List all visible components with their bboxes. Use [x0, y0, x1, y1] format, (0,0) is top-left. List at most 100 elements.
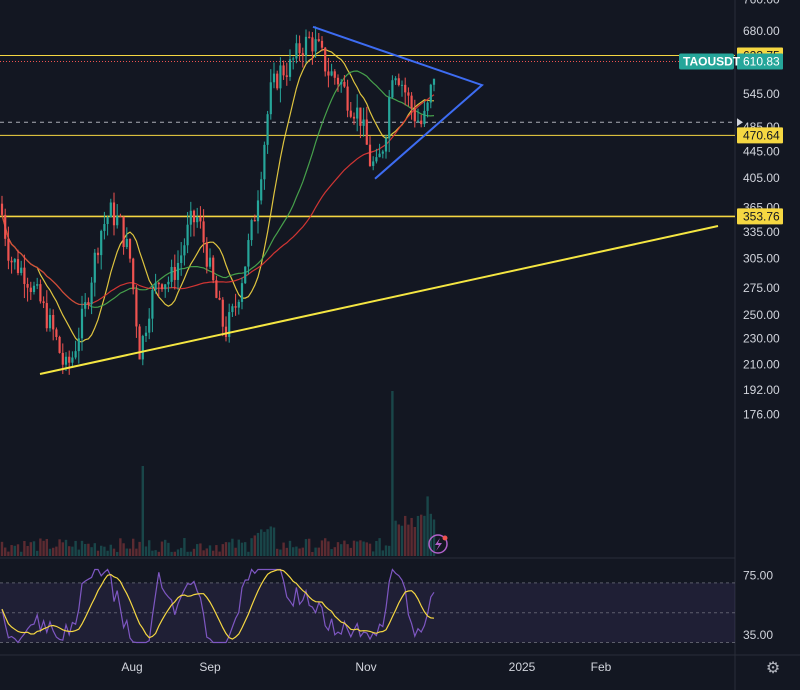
x-tick-label: Feb [591, 660, 612, 674]
volume-bar [272, 527, 276, 556]
candle-body [391, 80, 394, 98]
candle-body [26, 283, 29, 288]
last-price-tag-text: 610.83 [743, 54, 780, 68]
volume-bar [368, 543, 372, 556]
rsi-tick-label: 35.00 [743, 628, 773, 642]
volume-bar [80, 540, 84, 556]
volume-bar [125, 548, 128, 556]
volume-bar [160, 541, 164, 556]
candle-body [148, 318, 151, 333]
candle-body [45, 303, 48, 329]
candle-body [180, 255, 183, 263]
volume-bar [388, 545, 391, 556]
candle-body [234, 306, 237, 308]
volume-bar [381, 550, 384, 556]
candle-body [288, 59, 292, 77]
volume-bar [298, 548, 301, 556]
candle-body [20, 267, 23, 273]
volume-bar [138, 541, 141, 556]
price-chart[interactable]: 760.00680.00545.00485.00445.00405.00365.… [0, 0, 800, 690]
candle-body [324, 47, 327, 72]
volume-bar [164, 539, 167, 556]
volume-bar [183, 538, 186, 556]
level-price-tag-text: 470.64 [743, 128, 780, 142]
volume-bar [20, 551, 23, 556]
volume-bar [336, 542, 340, 556]
volume-bar [180, 547, 183, 556]
volume-bar [288, 540, 292, 556]
candle-body [285, 75, 288, 77]
candle-body [224, 326, 228, 337]
candle-body [279, 65, 282, 89]
candle-body [333, 71, 336, 78]
candle-body [196, 217, 199, 223]
candle-body [151, 289, 154, 319]
volume-bar [109, 544, 112, 556]
volume-bar [362, 541, 365, 556]
candle-body [244, 266, 247, 284]
candle-body [13, 259, 16, 263]
volume-bar [148, 540, 151, 556]
candle-body [157, 282, 160, 285]
volume-bar [16, 544, 20, 556]
candle-body [215, 280, 218, 298]
volume-bar [39, 538, 42, 556]
volume-bar [221, 544, 224, 556]
volume-bar [167, 542, 170, 556]
volume-bar [359, 540, 362, 556]
candle-body [100, 230, 103, 256]
candle-body [429, 84, 432, 103]
volume-bar [260, 529, 263, 556]
volume-bar [87, 543, 90, 556]
candle-body [125, 238, 128, 248]
volume-bar [394, 520, 397, 556]
y-tick-label: 192.00 [743, 383, 780, 397]
volume-bar [7, 551, 10, 556]
candle-body [36, 284, 39, 286]
candle-body [256, 200, 260, 222]
y-tick-label: 335.00 [743, 225, 780, 239]
volume-bar [77, 549, 80, 556]
candle-body [160, 284, 164, 290]
volume-bar [295, 546, 298, 556]
volume-bar [55, 546, 58, 556]
candle-body [317, 39, 320, 41]
candle-body [330, 71, 333, 76]
volume-bar [413, 526, 416, 556]
candle-body [231, 306, 234, 313]
candle-body [208, 257, 212, 267]
volume-bar [256, 532, 260, 556]
volume-bar [423, 515, 426, 556]
volume-bar [237, 539, 240, 556]
volume-bar [122, 543, 125, 556]
volume-bar [426, 496, 429, 556]
volume-bar [327, 541, 330, 556]
volume-bar [346, 544, 349, 556]
volume-bar [250, 538, 253, 556]
candle-body [343, 81, 346, 87]
volume-bar [202, 550, 205, 556]
volume-bar [308, 538, 311, 556]
gear-icon[interactable]: ⚙ [764, 660, 782, 678]
volume-bar [282, 542, 285, 556]
candle-body [221, 299, 224, 327]
candle-body [308, 36, 311, 38]
volume-bar [128, 548, 132, 556]
candle-body [423, 110, 426, 125]
volume-bar [404, 515, 407, 556]
volume-bar [93, 543, 96, 556]
candle-body [122, 216, 125, 248]
volume-bar [253, 535, 256, 556]
candle-body [327, 71, 330, 76]
candle-body [202, 221, 205, 243]
volume-bar [324, 538, 327, 556]
volume-bar [247, 551, 250, 556]
x-tick-label: Aug [121, 660, 142, 674]
volume-bar [170, 551, 173, 556]
candle-body [42, 301, 45, 304]
candle-body [212, 257, 215, 281]
candle-body [96, 252, 100, 256]
candle-body [272, 73, 276, 83]
volume-bar [173, 551, 176, 556]
volume-bar [68, 546, 71, 556]
